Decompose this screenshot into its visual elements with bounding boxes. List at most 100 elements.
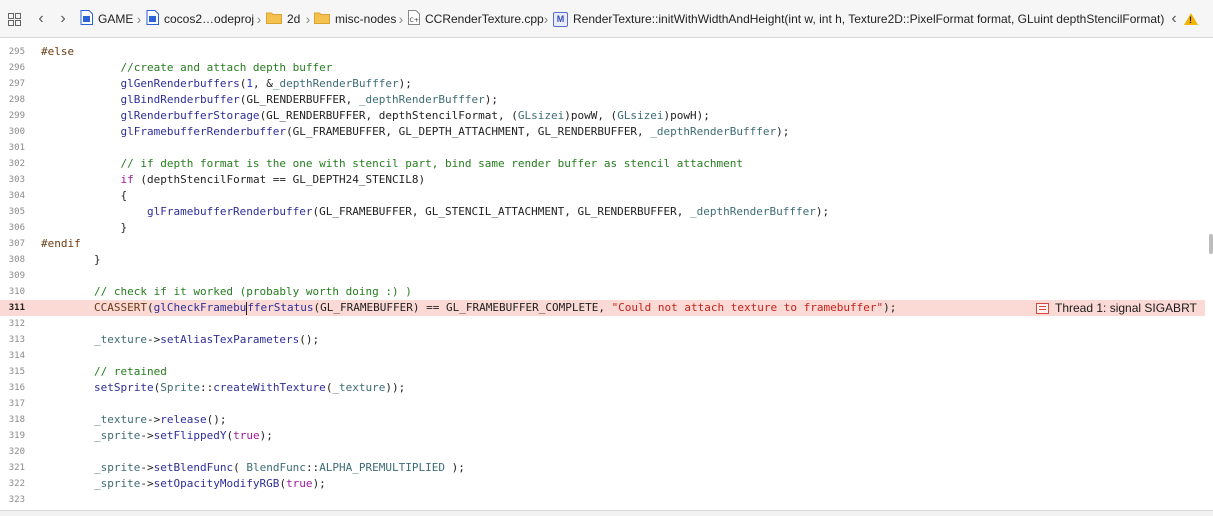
line-number: 300: [8, 127, 25, 137]
error-annotation[interactable]: Thread 1: signal SIGABRT: [1036, 300, 1197, 316]
code-token: glFramebufferRenderbuffer: [146, 205, 313, 218]
code-line[interactable]: 302 // if depth format is the one with s…: [0, 156, 1205, 172]
code-token: // if depth format is the one with stenc…: [120, 157, 744, 170]
code-token: (: [146, 301, 154, 314]
code-token: setBlendFunc: [153, 461, 234, 474]
code-token: CCASSERT: [41, 301, 147, 314]
code-token: ::: [305, 461, 320, 474]
code-token: 1: [246, 77, 253, 90]
code-token: setFlippedY: [153, 429, 227, 442]
code-token: (: [233, 461, 247, 474]
code-line[interactable]: 306 }: [0, 220, 1205, 236]
line-number: 304: [8, 191, 25, 201]
code-token: Sprite: [160, 381, 200, 394]
breadcrumb-ccrendertexture-file[interactable]: C++ CCRenderTexture.cpp: [408, 0, 544, 38]
code-line[interactable]: 312: [0, 316, 1205, 332]
line-number: 307: [8, 239, 25, 249]
code-token: _texture: [93, 413, 147, 426]
jump-bar: ‹ › GAME › cocos2…odeproj › 2d › misc-no…: [0, 0, 1213, 38]
breadcrumb-cocos2d-project[interactable]: cocos2…odeproj: [146, 0, 254, 38]
code-text: _texture->release();: [41, 412, 226, 428]
line-number: 321: [8, 463, 25, 473]
back-arrow-icon[interactable]: ‹: [34, 0, 48, 38]
code-line[interactable]: 318 _texture->release();: [0, 412, 1205, 428]
line-number: 323: [8, 495, 25, 505]
code-token: _sprite: [93, 461, 141, 474]
code-line[interactable]: 308 }: [0, 252, 1205, 268]
code-line[interactable]: 295 #else: [0, 44, 1205, 60]
code-line[interactable]: 303 if (depthStencilFormat == GL_DEPTH24…: [0, 172, 1205, 188]
code-text: // retained: [41, 364, 167, 380]
code-text: if (depthStencilFormat == GL_DEPTH24_STE…: [41, 172, 425, 188]
issue-navigator-button[interactable]: !: [1184, 0, 1198, 38]
code-token: ->: [140, 429, 154, 442]
method-icon: M: [553, 11, 568, 27]
code-token: _depthRenderBufffer: [650, 125, 777, 138]
code-text: #else: [41, 44, 74, 60]
code-line[interactable]: 321 _sprite->setBlendFunc( BlendFunc::AL…: [0, 460, 1205, 476]
code-token: ->: [146, 413, 161, 426]
cpp-file-icon: C++: [408, 10, 424, 28]
related-items-grid-icon[interactable]: [8, 0, 24, 38]
breadcrumb-separator: ›: [543, 11, 549, 27]
code-line[interactable]: 298 glBindRenderbuffer(GL_RENDERBUFFER, …: [0, 92, 1205, 108]
line-number: 303: [8, 175, 25, 185]
code-line[interactable]: 304 {: [0, 188, 1205, 204]
breadcrumb-game[interactable]: GAME: [80, 0, 133, 38]
code-line[interactable]: 307 #endif: [0, 236, 1205, 252]
code-token: (GL_FRAMEBUFFER, GL_DEPTH_ATTACHMENT, GL…: [286, 125, 651, 138]
editor-bottom-divider: [0, 510, 1213, 516]
code-text: _sprite->setOpacityModifyRGB(true);: [41, 476, 326, 492]
code-text: #endif: [41, 236, 81, 252]
line-number: 301: [8, 143, 25, 153]
breadcrumb-separator: ›: [398, 11, 404, 27]
code-line[interactable]: 319 _sprite->setFlippedY(true);: [0, 428, 1205, 444]
line-number: 314: [8, 351, 25, 361]
line-number: 295: [8, 47, 25, 57]
code-token: glFramebufferRenderbuffer: [120, 125, 287, 138]
line-number: 299: [8, 111, 25, 121]
code-text: _texture->setAliasTexParameters();: [41, 332, 319, 348]
error-message: Thread 1: signal SIGABRT: [1055, 301, 1197, 315]
code-line[interactable]: 301: [0, 140, 1205, 156]
line-number: 312: [8, 319, 25, 329]
code-line[interactable]: 315 // retained: [0, 364, 1205, 380]
line-number: 308: [8, 255, 25, 265]
code-token: fferStatus: [247, 301, 314, 314]
forward-arrow-icon[interactable]: ›: [56, 0, 70, 38]
code-line-error[interactable]: 311 CCASSERT(glCheckFramebufferStatus(GL…: [0, 300, 1205, 316]
code-token: {: [41, 189, 128, 202]
code-line[interactable]: 317: [0, 396, 1205, 412]
code-line[interactable]: 313 _texture->setAliasTexParameters();: [0, 332, 1205, 348]
code-line[interactable]: 310 // check if it worked (probably wort…: [0, 284, 1205, 300]
code-text: glRenderbufferStorage(GL_RENDERBUFFER, d…: [41, 108, 709, 124]
code-line[interactable]: 322 _sprite->setOpacityModifyRGB(true);: [0, 476, 1205, 492]
code-line[interactable]: 320: [0, 444, 1205, 460]
code-line[interactable]: 296 //create and attach depth buffer: [0, 60, 1205, 76]
code-line[interactable]: 297 glGenRenderbuffers(1, &_depthRenderB…: [0, 76, 1205, 92]
code-line[interactable]: 316 setSprite(Sprite::createWithTexture(…: [0, 380, 1205, 396]
breadcrumb-misc-nodes[interactable]: misc-nodes: [314, 0, 396, 38]
breadcrumb-2d[interactable]: 2d: [266, 0, 300, 38]
code-token: , &: [252, 77, 273, 90]
vertical-scrollbar[interactable]: [1209, 234, 1213, 254]
code-line[interactable]: 299 glRenderbufferStorage(GL_RENDERBUFFE…: [0, 108, 1205, 124]
code-token: GLsizei: [617, 109, 664, 122]
code-line[interactable]: 323: [0, 492, 1205, 508]
line-number: 315: [8, 367, 25, 377]
code-token: );: [445, 461, 465, 474]
source-editor[interactable]: 295 #else 296 //create and attach depth bu…: [0, 40, 1213, 510]
previous-issue-arrow-icon[interactable]: ‹: [1167, 0, 1181, 38]
code-line[interactable]: 305 glFramebufferRenderbuffer(GL_FRAMEBU…: [0, 204, 1205, 220]
code-line[interactable]: 300 glFramebufferRenderbuffer(GL_FRAMEBU…: [0, 124, 1205, 140]
breadcrumb-method[interactable]: M RenderTexture::initWithWidthAndHeight(i…: [553, 0, 1164, 38]
code-line[interactable]: 314: [0, 348, 1205, 364]
code-line[interactable]: 309: [0, 268, 1205, 284]
